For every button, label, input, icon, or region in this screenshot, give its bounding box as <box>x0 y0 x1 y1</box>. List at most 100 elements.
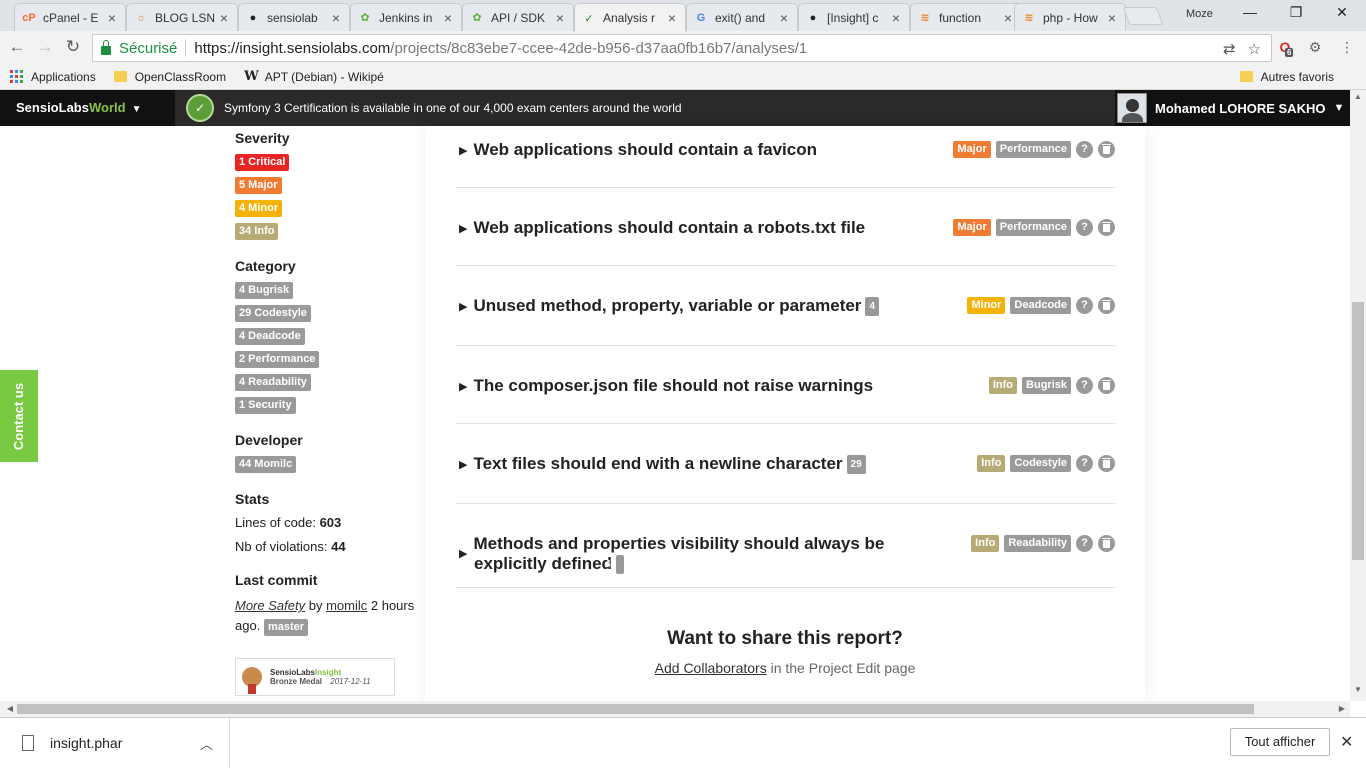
contact-us-tab[interactable]: Contact us <box>0 370 38 462</box>
other-bookmarks[interactable]: Autres favoris <box>1239 70 1334 84</box>
restore-icon[interactable]: ❐ <box>1276 4 1316 21</box>
filter-readability[interactable]: 4 Readability <box>235 374 311 391</box>
close-icon[interactable]: × <box>889 10 903 26</box>
add-collaborators-link[interactable]: Add Collaborators <box>655 660 767 676</box>
issue-title[interactable]: ▶ Web applications should contain a robot… <box>459 219 865 239</box>
filter-info[interactable]: 34 Info <box>235 223 279 240</box>
trash-icon[interactable] <box>1098 455 1115 472</box>
issue-title[interactable]: ▶ Text files should end with a newline ch… <box>459 455 866 475</box>
issue-title[interactable]: ▶ Web applications should contain a favic… <box>459 141 817 161</box>
vertical-scroll-thumb[interactable] <box>1352 302 1364 560</box>
trash-icon[interactable] <box>1098 219 1115 236</box>
browser-profile-badge[interactable]: Moze <box>1186 8 1213 20</box>
new-tab-button[interactable] <box>1122 7 1164 25</box>
browser-tab-active[interactable]: ✓ Analysis r × <box>574 3 686 32</box>
browser-tab[interactable]: cP cPanel - E × <box>14 3 126 31</box>
trash-icon[interactable] <box>1098 141 1115 158</box>
issue-row[interactable]: ▶ Unused method, property, variable or pa… <box>455 266 1115 346</box>
filter-deadcode[interactable]: 4 Deadcode <box>235 328 305 345</box>
filter-performance[interactable]: 2 Performance <box>235 351 320 368</box>
close-icon[interactable]: × <box>105 10 119 26</box>
translate-icon[interactable]: ⇄ <box>1223 40 1236 58</box>
address-bar[interactable]: Sécurisé https://insight.sensiolabs.com … <box>92 34 1272 62</box>
scroll-down-icon[interactable]: ▼ <box>1350 685 1366 694</box>
filter-bugrisk[interactable]: 4 Bugrisk <box>235 282 294 299</box>
certification-notice[interactable]: ✓ Symfony 3 Certification is available i… <box>175 90 1115 126</box>
issue-row[interactable]: ▶ Methods and properties visibility shoul… <box>455 504 1115 588</box>
close-icon[interactable]: × <box>553 10 567 26</box>
trash-icon[interactable] <box>1098 535 1115 552</box>
issue-title[interactable]: ▶ Methods and properties visibility shoul… <box>459 535 929 575</box>
bookmark-star-icon[interactable]: ☆ <box>1248 40 1261 58</box>
reload-icon[interactable]: ↻ <box>62 37 84 59</box>
gear-extension-icon[interactable]: ⚙ <box>1306 39 1324 57</box>
vertical-scrollbar[interactable]: ▲ ▼ <box>1350 90 1366 701</box>
folder-icon <box>1239 71 1253 82</box>
issue-title[interactable]: ▶ Unused method, property, variable or pa… <box>459 297 879 317</box>
browser-tab[interactable]: G exit() and × <box>686 3 798 31</box>
download-item[interactable]: insight.phar ︿ <box>0 718 230 768</box>
commit-message-link[interactable]: More Safety <box>235 598 305 613</box>
close-icon[interactable]: × <box>441 10 455 26</box>
close-icon[interactable]: × <box>1001 10 1015 26</box>
browser-tab[interactable]: ● [Insight] c × <box>798 3 910 31</box>
filter-major[interactable]: 5 Major <box>235 177 282 194</box>
show-all-downloads-button[interactable]: Tout afficher <box>1230 728 1330 756</box>
browser-tab[interactable]: ☼ BLOG LSN × <box>126 3 238 31</box>
opera-extension-icon[interactable]: O6 <box>1276 39 1294 57</box>
logo-accent: World <box>88 100 126 115</box>
scroll-left-icon[interactable]: ◀ <box>2 704 18 713</box>
forward-arrow-icon[interactable]: → <box>34 37 56 59</box>
help-icon[interactable]: ? <box>1076 297 1093 314</box>
google-icon: G <box>696 11 706 24</box>
last-commit-section: Last commit More Safety by momilc 2 hour… <box>235 572 425 696</box>
close-icon[interactable]: × <box>1105 10 1119 26</box>
filter-developer[interactable]: 44 Momilc <box>235 456 297 473</box>
browser-tab[interactable]: ≋ function × <box>910 3 1022 31</box>
bookmark-item[interactable]: W APT (Debian) - Wikipé <box>244 69 384 84</box>
help-icon[interactable]: ? <box>1076 455 1093 472</box>
minimize-icon[interactable]: — <box>1230 4 1270 20</box>
bookmark-item[interactable]: OpenClassRoom <box>113 70 226 84</box>
horizontal-scrollbar[interactable]: ◀ ▶ <box>0 701 1350 717</box>
sensiolabs-world-menu[interactable]: SensioLabsWorld ▼ <box>16 100 141 115</box>
horizontal-scroll-thumb[interactable] <box>17 704 1254 714</box>
close-icon[interactable]: × <box>217 10 231 26</box>
browser-tab[interactable]: ● sensiolab × <box>238 3 350 31</box>
issue-row[interactable]: ▶ The composer.json file should not raise… <box>455 346 1115 424</box>
help-icon[interactable]: ? <box>1076 141 1093 158</box>
issue-row[interactable]: ▶ Text files should end with a newline ch… <box>455 424 1115 504</box>
browser-tab[interactable]: ≋ php - How × <box>1014 3 1126 31</box>
menu-icon[interactable]: ⋮ <box>1338 39 1356 57</box>
window-close-icon[interactable]: ✕ <box>1322 4 1362 21</box>
close-icon[interactable]: × <box>665 10 679 26</box>
trash-icon[interactable] <box>1098 297 1115 314</box>
loc-value: 603 <box>319 515 342 530</box>
close-icon[interactable]: × <box>329 10 343 26</box>
filter-critical[interactable]: 1 Critical <box>235 154 290 171</box>
trash-icon[interactable] <box>1098 377 1115 394</box>
filter-codestyle[interactable]: 29 Codestyle <box>235 305 311 322</box>
browser-tab[interactable]: ✿ API / SDK × <box>462 3 574 31</box>
issue-tags: Info Bugrisk ? <box>988 377 1115 394</box>
filter-minor[interactable]: 4 Minor <box>235 200 283 217</box>
scroll-up-icon[interactable]: ▲ <box>1350 92 1366 101</box>
help-icon[interactable]: ? <box>1076 535 1093 552</box>
bronze-medal-badge[interactable]: SensioLabsInsight Bronze Medal 2017-12-1… <box>235 658 395 696</box>
close-icon[interactable]: ✕ <box>1340 732 1353 752</box>
issue-title[interactable]: ▶ The composer.json file should not raise… <box>459 377 873 397</box>
apps-bookmark[interactable]: Applications <box>0 70 96 84</box>
close-icon[interactable]: × <box>777 10 791 26</box>
commit-author-link[interactable]: momilc <box>326 598 367 613</box>
back-arrow-icon[interactable]: ← <box>6 37 28 59</box>
browser-tab[interactable]: ✿ Jenkins in × <box>350 3 462 31</box>
issue-title-text: Text files should end with a newline cha… <box>473 454 843 473</box>
user-menu[interactable]: Mohamed LOHORE SAKHO ▼ <box>1115 90 1350 126</box>
issue-row[interactable]: ▶ Web applications should contain a robot… <box>455 188 1115 266</box>
filter-security[interactable]: 1 Security <box>235 397 296 414</box>
scroll-right-icon[interactable]: ▶ <box>1334 704 1350 713</box>
issue-row[interactable]: ▶ Web applications should contain a favic… <box>455 126 1115 188</box>
help-icon[interactable]: ? <box>1076 219 1093 236</box>
help-icon[interactable]: ? <box>1076 377 1093 394</box>
chevron-up-icon[interactable]: ︿ <box>200 734 213 753</box>
